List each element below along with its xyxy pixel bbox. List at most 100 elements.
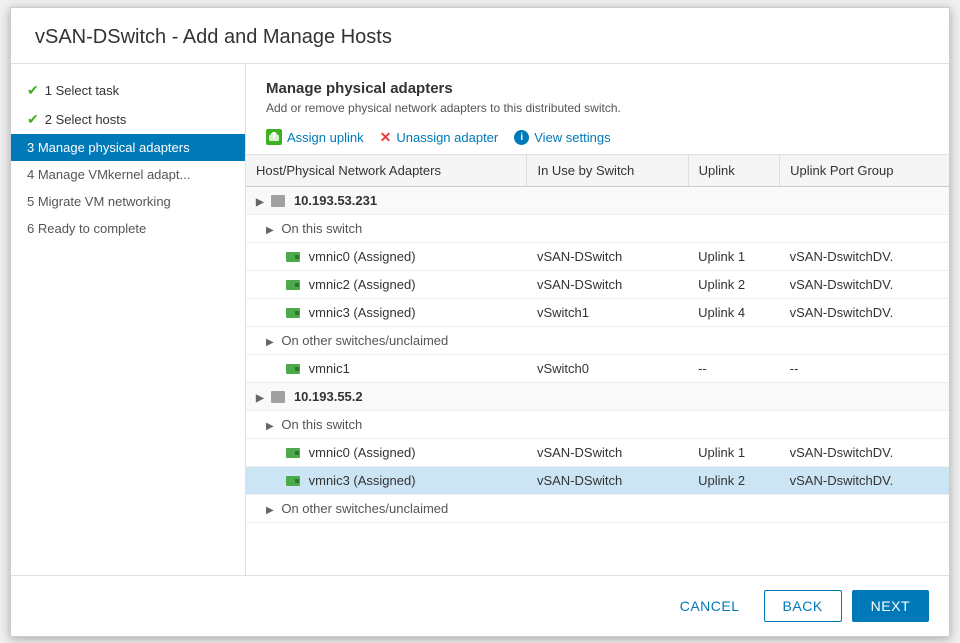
sidebar: ✔ 1 Select task ✔ 2 Select hosts 3 Manag… bbox=[11, 64, 246, 575]
back-button[interactable]: BACK bbox=[764, 590, 842, 622]
toolbar: Assign uplink ✕ Unassign adapter i View … bbox=[246, 123, 949, 155]
table-row: ▶ On this switch bbox=[246, 214, 949, 242]
collapse-icon: ▶ bbox=[266, 505, 274, 516]
subgroup-label: On other switches/unclaimed bbox=[281, 333, 448, 348]
subgroup-label: On this switch bbox=[281, 221, 362, 236]
sidebar-label-step6: 6 Ready to complete bbox=[27, 221, 146, 236]
section-desc: Add or remove physical network adapters … bbox=[266, 101, 929, 115]
dialog-footer: CANCEL BACK NEXT bbox=[11, 575, 949, 636]
subgroup-label: On other switches/unclaimed bbox=[281, 501, 448, 516]
table-row[interactable]: vmnic2 (Assigned) vSAN-DSwitch Uplink 2 … bbox=[246, 270, 949, 298]
adapter-icon bbox=[286, 476, 300, 486]
table-row: ▶ On other switches/unclaimed bbox=[246, 326, 949, 354]
table-row[interactable]: ▶ 10.193.53.231 bbox=[246, 186, 949, 214]
assign-uplink-label: Assign uplink bbox=[287, 130, 364, 145]
inuse-cell: vSAN-DSwitch bbox=[527, 242, 688, 270]
collapse-icon: ▶ bbox=[266, 421, 274, 432]
table-row[interactable]: ▶ 10.193.55.2 bbox=[246, 382, 949, 410]
adapter-name-cell: vmnic0 (Assigned) bbox=[246, 438, 527, 466]
unassign-label: Unassign adapter bbox=[396, 130, 498, 145]
table-row[interactable]: vmnic3 (Assigned) vSAN-DSwitch Uplink 2 … bbox=[246, 466, 949, 494]
cancel-button[interactable]: CANCEL bbox=[666, 592, 754, 620]
main-dialog: vSAN-DSwitch - Add and Manage Hosts ✔ 1 … bbox=[10, 7, 950, 637]
subgroup-cell: ▶ On other switches/unclaimed bbox=[246, 494, 949, 522]
portgroup-cell: vSAN-DswitchDV. bbox=[780, 466, 949, 494]
sidebar-item-step6[interactable]: 6 Ready to complete bbox=[11, 215, 245, 242]
portgroup-cell: vSAN-DswitchDV. bbox=[780, 242, 949, 270]
uplink-cell: Uplink 4 bbox=[688, 298, 780, 326]
host-ip: 10.193.53.231 bbox=[294, 193, 377, 208]
adapters-table: Host/Physical Network Adapters In Use by… bbox=[246, 155, 949, 523]
adapter-icon bbox=[286, 364, 300, 374]
collapse-icon: ▶ bbox=[256, 393, 264, 404]
portgroup-cell: vSAN-DswitchDV. bbox=[780, 270, 949, 298]
collapse-icon: ▶ bbox=[266, 337, 274, 348]
checkmark-icon-step2: ✔ bbox=[27, 111, 39, 128]
inuse-cell: vSAN-DSwitch bbox=[527, 270, 688, 298]
adapter-icon bbox=[286, 252, 300, 262]
table-row[interactable]: vmnic0 (Assigned) vSAN-DSwitch Uplink 1 … bbox=[246, 438, 949, 466]
adapter-name-cell: vmnic0 (Assigned) bbox=[246, 242, 527, 270]
info-icon: i bbox=[514, 130, 529, 145]
table-row[interactable]: vmnic1 vSwitch0 -- -- bbox=[246, 354, 949, 382]
sidebar-item-step2[interactable]: ✔ 2 Select hosts bbox=[11, 105, 245, 134]
unassign-icon: ✕ bbox=[380, 129, 392, 146]
portgroup-cell: vSAN-DswitchDV. bbox=[780, 298, 949, 326]
section-header: Manage physical adapters Add or remove p… bbox=[246, 64, 949, 123]
uplink-cell: Uplink 1 bbox=[688, 438, 780, 466]
uplink-cell: Uplink 2 bbox=[688, 270, 780, 298]
dialog-body: ✔ 1 Select task ✔ 2 Select hosts 3 Manag… bbox=[11, 64, 949, 575]
subgroup-label: On this switch bbox=[281, 417, 362, 432]
portgroup-cell: -- bbox=[780, 354, 949, 382]
adapter-name: vmnic3 (Assigned) bbox=[309, 473, 416, 488]
adapter-name: vmnic0 (Assigned) bbox=[309, 249, 416, 264]
main-content: Manage physical adapters Add or remove p… bbox=[246, 64, 949, 575]
adapter-name-cell: vmnic2 (Assigned) bbox=[246, 270, 527, 298]
host-row-cell: ▶ 10.193.55.2 bbox=[246, 382, 949, 410]
collapse-icon: ▶ bbox=[266, 225, 274, 236]
checkmark-icon-step1: ✔ bbox=[27, 82, 39, 99]
view-settings-button[interactable]: i View settings bbox=[514, 130, 610, 145]
adapter-name-cell: vmnic3 (Assigned) bbox=[246, 466, 527, 494]
host-icon bbox=[271, 391, 285, 403]
sidebar-item-step5[interactable]: 5 Migrate VM networking bbox=[11, 188, 245, 215]
adapter-name: vmnic2 (Assigned) bbox=[309, 277, 416, 292]
inuse-cell: vSAN-DSwitch bbox=[527, 438, 688, 466]
sidebar-item-step4[interactable]: 4 Manage VMkernel adapt... bbox=[11, 161, 245, 188]
sidebar-label-step1: 1 Select task bbox=[45, 83, 119, 98]
subgroup-cell: ▶ On this switch bbox=[246, 214, 949, 242]
uplink-cell: Uplink 2 bbox=[688, 466, 780, 494]
inuse-cell: vSwitch0 bbox=[527, 354, 688, 382]
adapter-name: vmnic1 bbox=[309, 361, 350, 376]
col-header-uplink: Uplink bbox=[688, 155, 780, 187]
collapse-icon: ▶ bbox=[256, 197, 264, 208]
dialog-title: vSAN-DSwitch - Add and Manage Hosts bbox=[11, 8, 949, 64]
sidebar-label-step5: 5 Migrate VM networking bbox=[27, 194, 171, 209]
col-header-adapters: Host/Physical Network Adapters bbox=[246, 155, 527, 187]
sidebar-item-step3[interactable]: 3 Manage physical adapters bbox=[11, 134, 245, 161]
table-row[interactable]: vmnic0 (Assigned) vSAN-DSwitch Uplink 1 … bbox=[246, 242, 949, 270]
table-row: ▶ On this switch bbox=[246, 410, 949, 438]
subgroup-cell: ▶ On this switch bbox=[246, 410, 949, 438]
table-row: ▶ On other switches/unclaimed bbox=[246, 494, 949, 522]
table-row[interactable]: vmnic3 (Assigned) vSwitch1 Uplink 4 vSAN… bbox=[246, 298, 949, 326]
adapter-name-cell: vmnic3 (Assigned) bbox=[246, 298, 527, 326]
adapter-name-cell: vmnic1 bbox=[246, 354, 527, 382]
uplink-cell: -- bbox=[688, 354, 780, 382]
inuse-cell: vSAN-DSwitch bbox=[527, 466, 688, 494]
host-row-cell: ▶ 10.193.53.231 bbox=[246, 186, 949, 214]
subgroup-cell: ▶ On other switches/unclaimed bbox=[246, 326, 949, 354]
sidebar-label-step4: 4 Manage VMkernel adapt... bbox=[27, 167, 190, 182]
sidebar-item-step1[interactable]: ✔ 1 Select task bbox=[11, 76, 245, 105]
section-title: Manage physical adapters bbox=[266, 80, 929, 97]
unassign-adapter-button[interactable]: ✕ Unassign adapter bbox=[380, 129, 499, 146]
col-header-inuse: In Use by Switch bbox=[527, 155, 688, 187]
table-container: Host/Physical Network Adapters In Use by… bbox=[246, 155, 949, 575]
next-button[interactable]: NEXT bbox=[852, 590, 929, 622]
assign-uplink-button[interactable]: Assign uplink bbox=[266, 129, 364, 145]
host-icon bbox=[271, 195, 285, 207]
sidebar-label-step2: 2 Select hosts bbox=[45, 112, 127, 127]
host-ip: 10.193.55.2 bbox=[294, 389, 363, 404]
assign-icon bbox=[266, 129, 282, 145]
adapter-name: vmnic3 (Assigned) bbox=[309, 305, 416, 320]
